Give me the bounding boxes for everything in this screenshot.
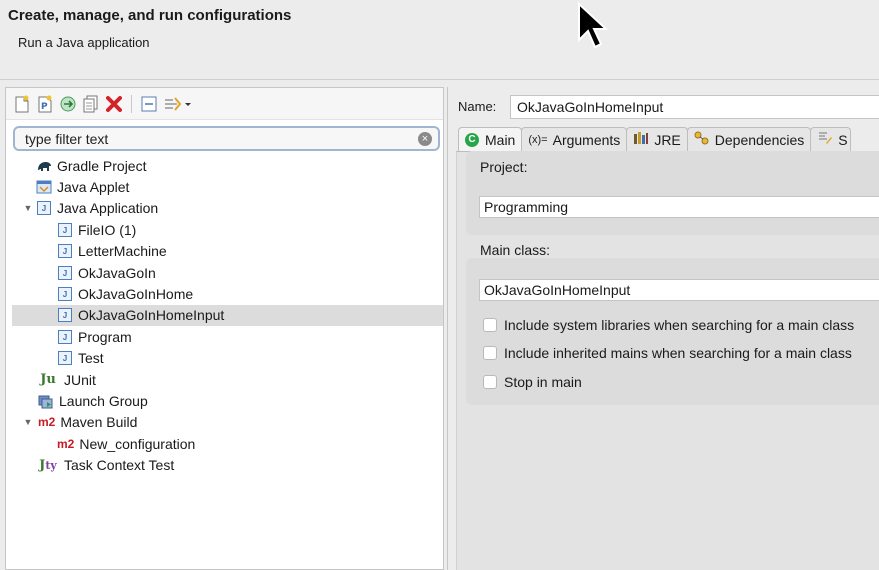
java-app-icon: J	[36, 200, 52, 216]
toolbar-separator	[131, 94, 132, 113]
project-label: Project:	[480, 159, 528, 175]
configuration-list-panel: P type filter text × Gradle Project Java…	[5, 87, 444, 570]
source-icon	[817, 131, 833, 148]
tree-label: Test	[78, 350, 104, 367]
main-tab-icon: C	[465, 132, 479, 147]
tree-label: Gradle Project	[57, 157, 147, 174]
java-config-icon: J	[57, 286, 73, 302]
tree-label: Launch Group	[59, 392, 148, 409]
tab-arguments[interactable]: (x)= Arguments	[521, 127, 628, 151]
dependencies-icon	[694, 131, 710, 148]
stop-in-main-checkbox[interactable]	[483, 375, 497, 389]
tree-item-launch-group[interactable]: Launch Group	[6, 390, 443, 411]
dialog-title: Create, manage, and run configurations	[8, 7, 292, 24]
tab-label: Dependencies	[714, 131, 805, 148]
tree-item-config[interactable]: J OkJavaGoInHome	[6, 283, 443, 304]
java-config-icon: J	[57, 243, 73, 259]
expand-triangle-icon[interactable]: ▼	[22, 203, 34, 213]
tab-dependencies[interactable]: Dependencies	[686, 127, 812, 151]
include-inherited-mains-label: Include inherited mains when searching f…	[504, 345, 852, 361]
duplicate-icon[interactable]	[81, 94, 101, 114]
java-config-icon: J	[57, 329, 73, 345]
include-system-libraries-checkbox[interactable]	[483, 318, 497, 332]
gradle-elephant-icon	[36, 158, 52, 174]
tab-label: S	[838, 131, 848, 148]
expand-triangle-icon[interactable]: ▼	[22, 417, 34, 427]
filter-input[interactable]: type filter text ×	[13, 126, 440, 151]
arguments-icon: (x)=	[528, 133, 548, 146]
java-config-icon: J	[57, 307, 73, 323]
tree-label: Maven Build	[60, 414, 138, 431]
tab-main[interactable]: C Main	[458, 127, 523, 151]
tab-label: Arguments	[552, 131, 621, 148]
dialog-header: Create, manage, and run configurations R…	[0, 0, 879, 80]
tree-item-config[interactable]: J OkJavaGoIn	[6, 262, 443, 283]
filter-placeholder: type filter text	[25, 130, 109, 147]
stop-in-main-label: Stop in main	[504, 374, 582, 390]
java-config-icon: J	[57, 350, 73, 366]
tab-source[interactable]: S	[810, 127, 851, 151]
tree-item-gradle-project[interactable]: Gradle Project	[6, 155, 443, 176]
clear-filter-icon[interactable]: ×	[418, 132, 432, 146]
tree-item-maven-config[interactable]: m2 New_configuration	[6, 433, 443, 454]
tree-item-config[interactable]: J LetterMachine	[6, 241, 443, 262]
junit-icon: Ju	[40, 372, 56, 388]
tree-item-config[interactable]: J FileIO (1)	[6, 219, 443, 240]
config-tabs: C Main (x)= Arguments JRE Dependencies S	[458, 127, 851, 151]
tree-item-maven-build[interactable]: ▼ m2 Maven Build	[6, 412, 443, 433]
name-label: Name:	[458, 99, 497, 114]
tree-label: OkJavaGoIn	[78, 264, 156, 281]
tree-label: JUnit	[64, 371, 96, 388]
filter-icon[interactable]	[162, 94, 192, 114]
launch-group-icon	[38, 393, 54, 409]
tree-label: Task Context Test	[64, 457, 175, 474]
maven-m2-icon: m2	[38, 415, 56, 430]
new-prototype-icon[interactable]: P	[35, 94, 55, 114]
tree-item-config[interactable]: J Program	[6, 326, 443, 347]
mouse-cursor-icon	[578, 2, 609, 49]
maven-m2-icon: m2	[57, 436, 75, 451]
tree-item-java-applet[interactable]: Java Applet	[6, 176, 443, 197]
tree-item-junit[interactable]: Ju JUnit	[6, 369, 443, 390]
tree-label: LetterMachine	[78, 243, 167, 260]
new-config-icon[interactable]	[12, 94, 32, 114]
project-input[interactable]: Programming	[479, 196, 879, 218]
configuration-tree: Gradle Project Java Applet ▼ J Java Appl…	[6, 155, 443, 476]
tree-label: OkJavaGoInHome	[78, 286, 194, 303]
tree-label: Java Applet	[57, 179, 130, 196]
java-applet-icon	[36, 179, 52, 195]
jre-library-icon	[633, 131, 649, 148]
main-class-label: Main class:	[480, 242, 551, 258]
tab-label: Main	[485, 131, 516, 148]
project-group	[466, 151, 879, 235]
tree-label: Program	[78, 328, 132, 345]
tree-label: OkJavaGoInHomeInput	[78, 307, 225, 324]
tree-item-config-selected[interactable]: J OkJavaGoInHomeInput	[12, 304, 443, 327]
tree-item-java-application[interactable]: ▼ J Java Application	[6, 198, 443, 219]
tab-jre[interactable]: JRE	[626, 127, 688, 151]
tree-label: Java Application	[57, 200, 159, 217]
tree-item-config[interactable]: J Test	[6, 348, 443, 369]
export-icon[interactable]	[58, 94, 78, 114]
include-inherited-mains-checkbox[interactable]	[483, 346, 497, 360]
tree-item-task-context-test[interactable]: Jty Task Context Test	[6, 454, 443, 475]
include-system-libraries-label: Include system libraries when searching …	[504, 317, 855, 333]
java-config-icon: J	[57, 222, 73, 238]
tree-label: New_configuration	[79, 435, 196, 452]
tree-label: FileIO (1)	[78, 221, 137, 238]
dialog-subtitle: Run a Java application	[18, 35, 150, 50]
config-toolbar: P	[6, 88, 443, 120]
collapse-all-icon[interactable]	[139, 94, 159, 114]
java-config-icon: J	[57, 265, 73, 281]
main-class-input[interactable]: OkJavaGoInHomeInput	[479, 279, 879, 301]
svg-text:P: P	[41, 102, 48, 112]
name-input[interactable]: OkJavaGoInHomeInput	[510, 95, 879, 119]
tab-label: JRE	[654, 131, 681, 148]
task-context-test-icon: Jty	[39, 457, 57, 473]
delete-icon[interactable]	[104, 94, 124, 114]
